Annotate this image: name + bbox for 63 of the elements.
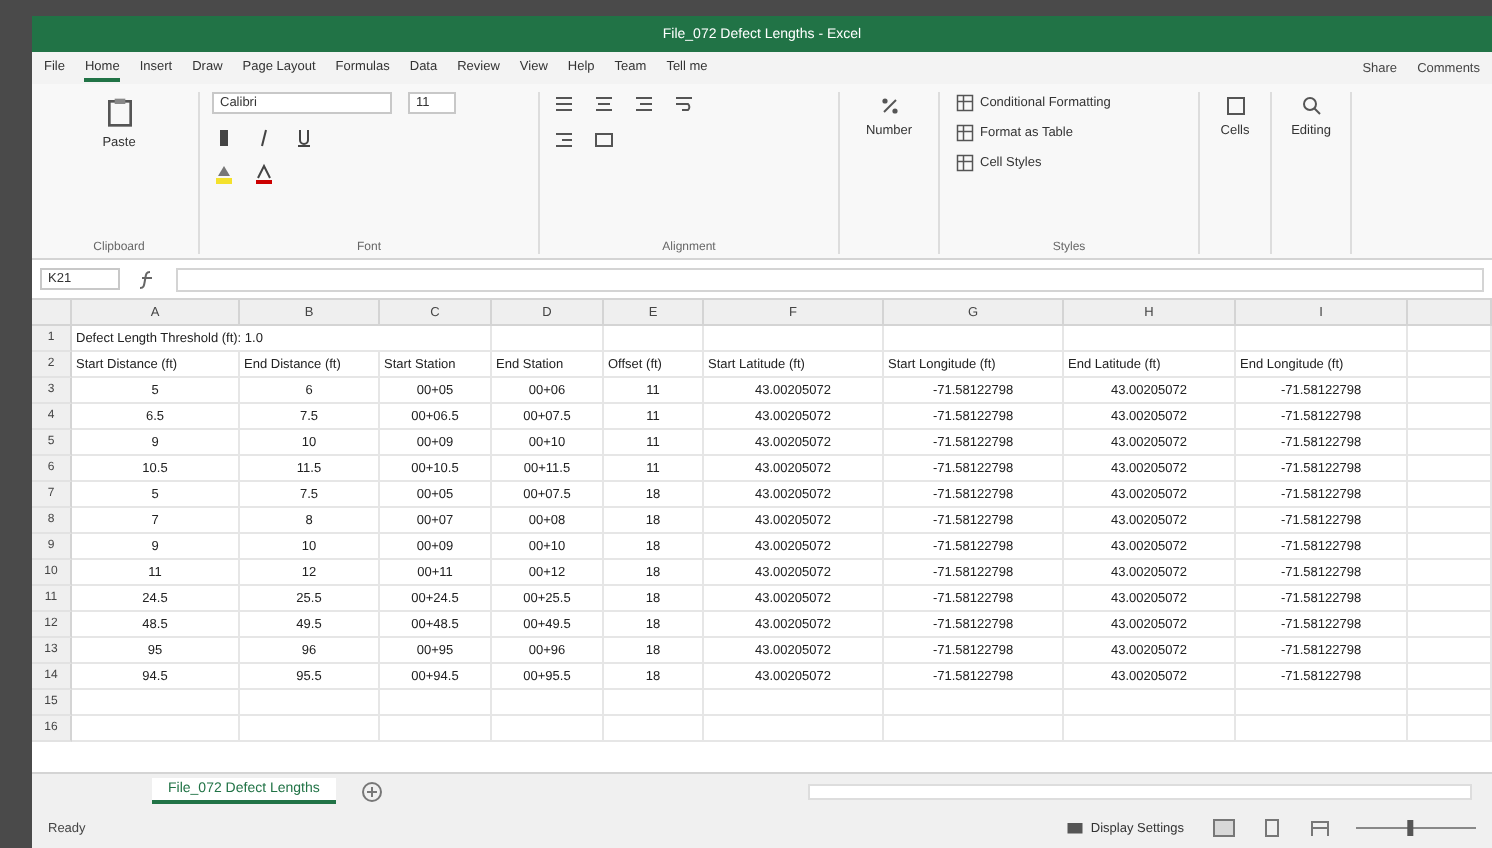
clipboard-icon	[103, 94, 135, 130]
percent-icon	[877, 94, 901, 118]
empty-cell[interactable]	[884, 690, 1064, 716]
align-icon	[592, 92, 616, 116]
table-icon	[956, 94, 974, 112]
empty-cell[interactable]	[884, 716, 1064, 742]
page-layout-icon	[1260, 816, 1284, 840]
empty-cell[interactable]	[704, 326, 884, 352]
empty-cell[interactable]	[704, 690, 884, 716]
empty-cell[interactable]	[884, 326, 1064, 352]
horizontal-scrollbar[interactable]	[807, 783, 1472, 799]
empty-cell[interactable]	[492, 326, 604, 352]
align-icon	[552, 92, 576, 116]
font-color-icon	[252, 162, 276, 186]
zoom-slider[interactable]	[1356, 818, 1476, 838]
empty-cell[interactable]	[1408, 352, 1492, 378]
empty-cell[interactable]	[492, 716, 604, 742]
empty-cell[interactable]	[1236, 690, 1408, 716]
add-sheet-icon	[359, 779, 384, 803]
empty-cell[interactable]	[1408, 638, 1492, 664]
monitor-icon	[1066, 819, 1085, 837]
indent-icon	[552, 128, 576, 152]
empty-cell[interactable]	[240, 690, 380, 716]
empty-cell[interactable]	[380, 716, 492, 742]
empty-cell[interactable]	[1408, 664, 1492, 690]
empty-cell[interactable]	[604, 716, 704, 742]
empty-cell[interactable]	[1408, 378, 1492, 404]
search-icon	[1299, 94, 1323, 118]
cells-icon	[1223, 94, 1247, 118]
empty-cell[interactable]	[1408, 586, 1492, 612]
empty-cell[interactable]	[1408, 404, 1492, 430]
empty-cell[interactable]	[1408, 430, 1492, 456]
table-icon	[956, 154, 974, 172]
fill-color-icon	[212, 162, 236, 186]
empty-cell[interactable]	[604, 326, 704, 352]
underline-icon	[292, 126, 316, 150]
select-all-corner[interactable]	[32, 300, 72, 326]
empty-cell[interactable]	[1408, 326, 1492, 352]
empty-cell[interactable]	[704, 716, 884, 742]
normal-view-icon	[1212, 816, 1236, 840]
empty-cell[interactable]	[492, 690, 604, 716]
empty-cell[interactable]	[1236, 326, 1408, 352]
empty-cell[interactable]	[1064, 690, 1236, 716]
empty-cell[interactable]	[1408, 456, 1492, 482]
empty-cell[interactable]	[1408, 482, 1492, 508]
empty-cell[interactable]	[1408, 560, 1492, 586]
empty-cell[interactable]	[1236, 716, 1408, 742]
empty-cell[interactable]	[380, 690, 492, 716]
empty-cell[interactable]	[1408, 716, 1492, 742]
empty-cell[interactable]	[1064, 326, 1236, 352]
empty-cell[interactable]	[1408, 690, 1492, 716]
empty-cell[interactable]	[1408, 508, 1492, 534]
empty-cell[interactable]	[1408, 534, 1492, 560]
table-icon	[956, 124, 974, 142]
empty-cell[interactable]	[1408, 612, 1492, 638]
wrap-text-icon	[672, 92, 696, 116]
column-header[interactable]	[1408, 300, 1492, 326]
page-break-icon	[1308, 816, 1332, 840]
empty-cell[interactable]	[604, 690, 704, 716]
formula-bar[interactable]	[176, 267, 1484, 291]
empty-cell[interactable]	[240, 716, 380, 742]
empty-cell[interactable]	[1064, 716, 1236, 742]
align-icon	[632, 92, 656, 116]
